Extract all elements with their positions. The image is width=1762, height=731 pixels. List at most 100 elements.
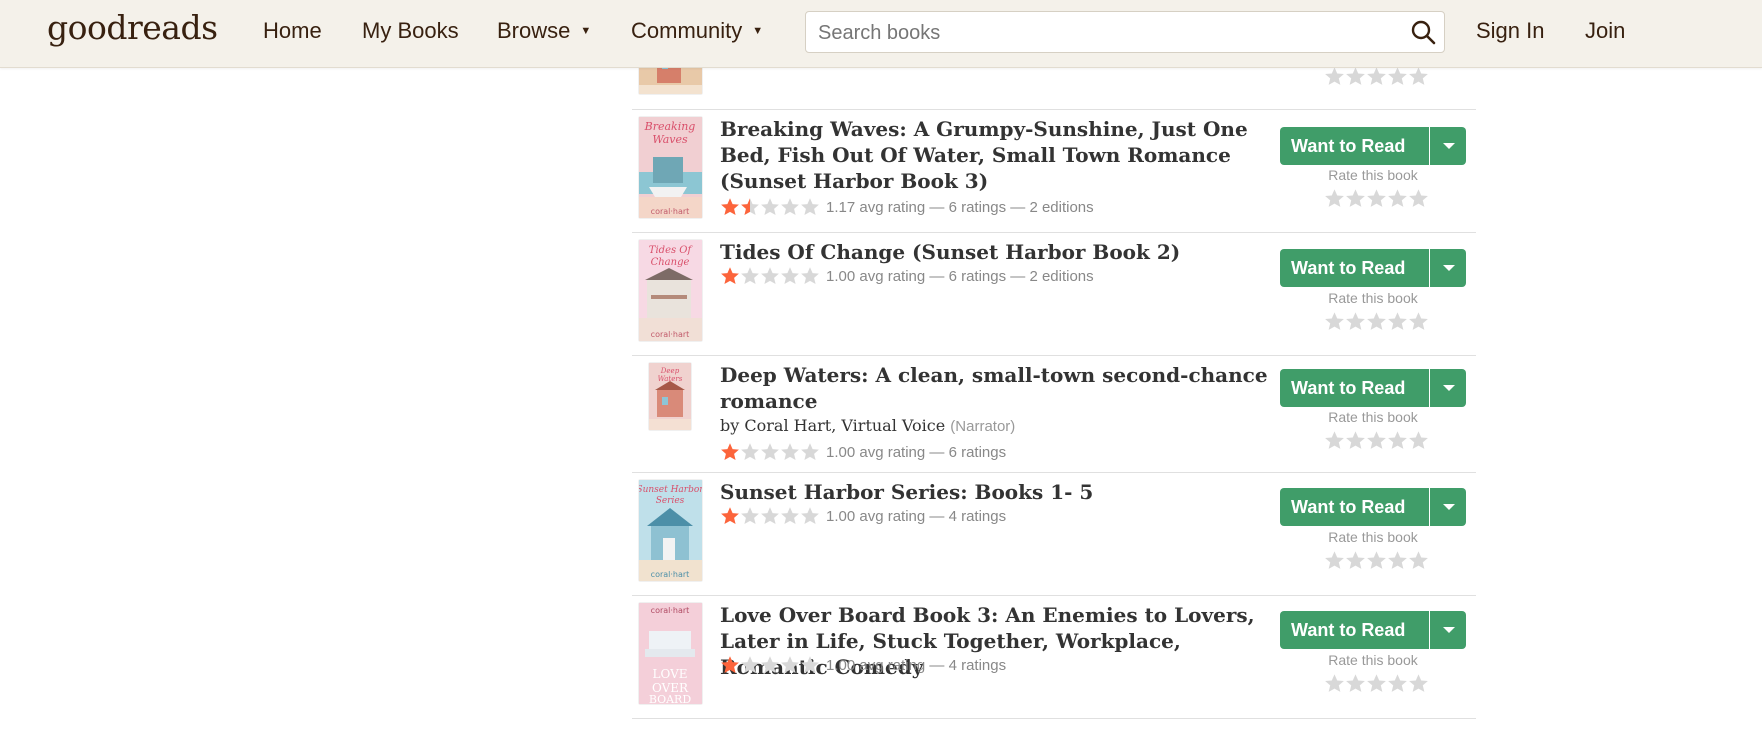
star-icon[interactable] xyxy=(1366,188,1387,209)
want-to-read-control: Want to Read xyxy=(1280,127,1466,165)
want-to-read-button[interactable]: Want to Read xyxy=(1280,249,1429,287)
want-to-read-button[interactable]: Want to Read xyxy=(1280,611,1429,649)
star-icon xyxy=(800,506,820,526)
rating-stars xyxy=(720,442,820,462)
nav-home[interactable]: Home xyxy=(263,18,322,44)
star-icon[interactable] xyxy=(1366,673,1387,694)
star-icon[interactable] xyxy=(1387,66,1408,87)
rating-stars xyxy=(720,266,820,286)
star-icon xyxy=(760,506,780,526)
star-icon xyxy=(740,655,760,675)
want-to-read-button[interactable]: Want to Read xyxy=(1280,488,1429,526)
nav-my-books[interactable]: My Books xyxy=(362,18,459,44)
shelf-dropdown-button[interactable] xyxy=(1430,249,1466,287)
book-cover[interactable]: Deep Waters xyxy=(649,363,691,430)
search-icon[interactable] xyxy=(1410,19,1436,45)
caret-down-icon: ▼ xyxy=(752,25,764,37)
star-icon[interactable] xyxy=(1345,550,1366,571)
star-icon xyxy=(760,655,780,675)
shelf-dropdown-button[interactable] xyxy=(1430,127,1466,165)
rate-stars[interactable] xyxy=(1324,188,1429,209)
mini-rating: 1.00 avg rating — 6 ratings xyxy=(720,442,1006,462)
author-link[interactable]: Coral Hart xyxy=(744,416,831,435)
table-row: Tides Of Change coral·hart Tides Of Chan… xyxy=(632,233,1476,356)
star-icon[interactable] xyxy=(1408,430,1429,451)
star-icon xyxy=(740,506,760,526)
svg-text:coral·hart: coral·hart xyxy=(651,207,690,216)
star-icon[interactable] xyxy=(1366,311,1387,332)
join-link[interactable]: Join xyxy=(1585,18,1625,44)
rate-stars[interactable] xyxy=(1324,673,1429,694)
search-input[interactable] xyxy=(816,12,1380,54)
rating-stats: 1.00 avg rating — 4 ratings xyxy=(826,656,1007,674)
svg-text:coral·hart: coral·hart xyxy=(651,606,690,615)
table-row: Deep Waters Deep Waters: A clean, small-… xyxy=(632,356,1476,473)
nav-browse[interactable]: Browse ▼ xyxy=(497,18,591,44)
star-icon[interactable] xyxy=(1366,430,1387,451)
star-icon[interactable] xyxy=(1366,550,1387,571)
star-icon[interactable] xyxy=(1387,550,1408,571)
rate-label: Rate this book xyxy=(1328,167,1418,183)
star-icon[interactable] xyxy=(1387,311,1408,332)
rate-label: Rate this book xyxy=(1328,290,1418,306)
book-title[interactable]: Breaking Waves: A Grumpy-Sunshine, Just … xyxy=(720,116,1272,194)
table-row: Sunset Harbor Series coral·hart Sunset H… xyxy=(632,473,1476,596)
star-icon[interactable] xyxy=(1324,66,1345,87)
star-icon[interactable] xyxy=(1387,430,1408,451)
rate-stars[interactable] xyxy=(1324,311,1429,332)
rate-label: Rate this book xyxy=(1328,529,1418,545)
author-link[interactable]: Virtual Voice xyxy=(841,416,945,435)
by-label: by xyxy=(720,416,740,435)
rate-stars[interactable] xyxy=(1324,550,1429,571)
want-to-read-button[interactable]: Want to Read xyxy=(1280,369,1429,407)
star-icon[interactable] xyxy=(1408,66,1429,87)
svg-text:Sunset Harbor: Sunset Harbor xyxy=(639,485,702,495)
nav-community[interactable]: Community ▼ xyxy=(631,18,763,44)
star-icon[interactable] xyxy=(1324,311,1345,332)
nav-community-label: Community xyxy=(631,18,743,43)
book-cover[interactable]: Sunset Harbor Series coral·hart xyxy=(639,480,702,581)
mini-rating: 1.17 avg rating — 6 ratings — 2 editions xyxy=(720,197,1094,217)
star-icon[interactable] xyxy=(1345,673,1366,694)
goodreads-logo[interactable]: goodreads xyxy=(47,8,218,47)
want-to-read-button[interactable]: Want to Read xyxy=(1280,127,1429,165)
shelf-dropdown-button[interactable] xyxy=(1430,611,1466,649)
star-icon[interactable] xyxy=(1387,188,1408,209)
rating-stats: 1.00 avg rating — 6 ratings xyxy=(826,443,1007,461)
search-box xyxy=(805,11,1445,54)
star-icon[interactable] xyxy=(1345,311,1366,332)
star-icon[interactable] xyxy=(1324,673,1345,694)
star-icon xyxy=(720,655,740,675)
star-icon xyxy=(760,442,780,462)
star-icon xyxy=(780,266,800,286)
star-icon[interactable] xyxy=(1345,188,1366,209)
star-icon[interactable] xyxy=(1324,430,1345,451)
svg-text:Change: Change xyxy=(651,257,690,268)
star-icon[interactable] xyxy=(1345,66,1366,87)
book-cover[interactable]: coral·hart LOVE OVER BOARD xyxy=(639,603,702,704)
star-icon[interactable] xyxy=(1408,311,1429,332)
star-icon xyxy=(720,442,740,462)
book-title[interactable]: Tides Of Change (Sunset Harbor Book 2) xyxy=(720,239,1272,265)
star-icon[interactable] xyxy=(1408,550,1429,571)
shelf-dropdown-button[interactable] xyxy=(1430,488,1466,526)
star-icon[interactable] xyxy=(1345,430,1366,451)
svg-text:Waves: Waves xyxy=(652,133,688,146)
sign-in-link[interactable]: Sign In xyxy=(1476,18,1545,44)
star-icon[interactable] xyxy=(1324,188,1345,209)
star-icon[interactable] xyxy=(1408,673,1429,694)
star-icon[interactable] xyxy=(1366,66,1387,87)
star-icon[interactable] xyxy=(1408,188,1429,209)
rate-stars[interactable] xyxy=(1324,66,1429,87)
shelf-dropdown-button[interactable] xyxy=(1430,369,1466,407)
star-icon[interactable] xyxy=(1387,673,1408,694)
rate-stars[interactable] xyxy=(1324,430,1429,451)
book-title[interactable]: Sunset Harbor Series: Books 1- 5 xyxy=(720,479,1272,505)
book-title[interactable]: Deep Waters: A clean, small-town second-… xyxy=(720,362,1272,414)
want-to-read-control: Want to Read xyxy=(1280,249,1466,287)
rate-label: Rate this book xyxy=(1328,409,1418,425)
book-cover[interactable]: Breaking Waves coral·hart xyxy=(639,117,702,218)
star-icon xyxy=(740,266,760,286)
book-cover[interactable]: Tides Of Change coral·hart xyxy=(639,240,702,341)
star-icon[interactable] xyxy=(1324,550,1345,571)
